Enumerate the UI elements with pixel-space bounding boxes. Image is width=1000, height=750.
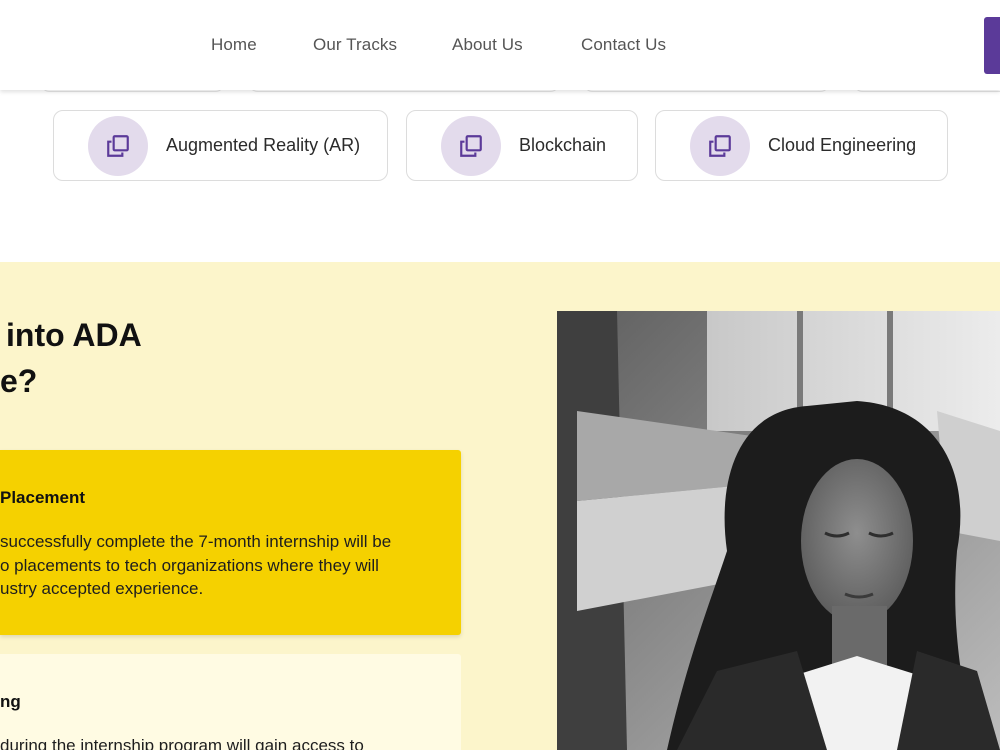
track-card-ar[interactable]: Augmented Reality (AR) (53, 110, 388, 181)
nav-home-link[interactable]: Home (211, 35, 257, 55)
track-card-blockchain[interactable]: Blockchain (406, 110, 638, 181)
nav-our-tracks-link[interactable]: Our Tracks (313, 35, 397, 55)
benefit-card-training[interactable]: ng during the internship program will ga… (0, 654, 461, 750)
header-cta-button[interactable] (984, 17, 1000, 74)
intern-photo-illustration (557, 311, 1000, 750)
benefit-card-placement[interactable]: Placement successfully complete the 7-mo… (0, 450, 461, 635)
why-section-title-line1: into ADA (6, 317, 142, 353)
nav-about-us-link[interactable]: About Us (452, 35, 523, 55)
benefit-title: ng (0, 692, 21, 711)
track-label: Blockchain (519, 135, 607, 155)
benefit-description-line: during the internship program will gain … (0, 736, 364, 750)
copy-icon (88, 115, 148, 176)
copy-icon (441, 115, 501, 176)
benefit-description: during the internship program will gain … (0, 734, 461, 750)
track-card-cloud-engineering[interactable]: Cloud Engineering (655, 110, 948, 181)
benefit-description: successfully complete the 7-month intern… (0, 530, 461, 601)
track-label: Augmented Reality (AR) (166, 135, 361, 155)
copy-icon (690, 115, 750, 176)
main-nav: Home Our Tracks About Us Contact Us (0, 0, 1000, 90)
benefit-description-line: ustry accepted experience. (0, 579, 204, 598)
benefit-description-line: successfully complete the 7-month intern… (0, 532, 392, 551)
track-label: Cloud Engineering (768, 135, 917, 155)
site-header: Home Our Tracks About Us Contact Us (0, 0, 1000, 90)
benefit-description-line: o placements to tech organizations where… (0, 555, 379, 575)
benefit-title: Placement (0, 488, 86, 507)
intern-photo (557, 311, 1000, 750)
nav-contact-us-link[interactable]: Contact Us (581, 35, 666, 55)
why-section-title-line2: e? (0, 363, 38, 399)
